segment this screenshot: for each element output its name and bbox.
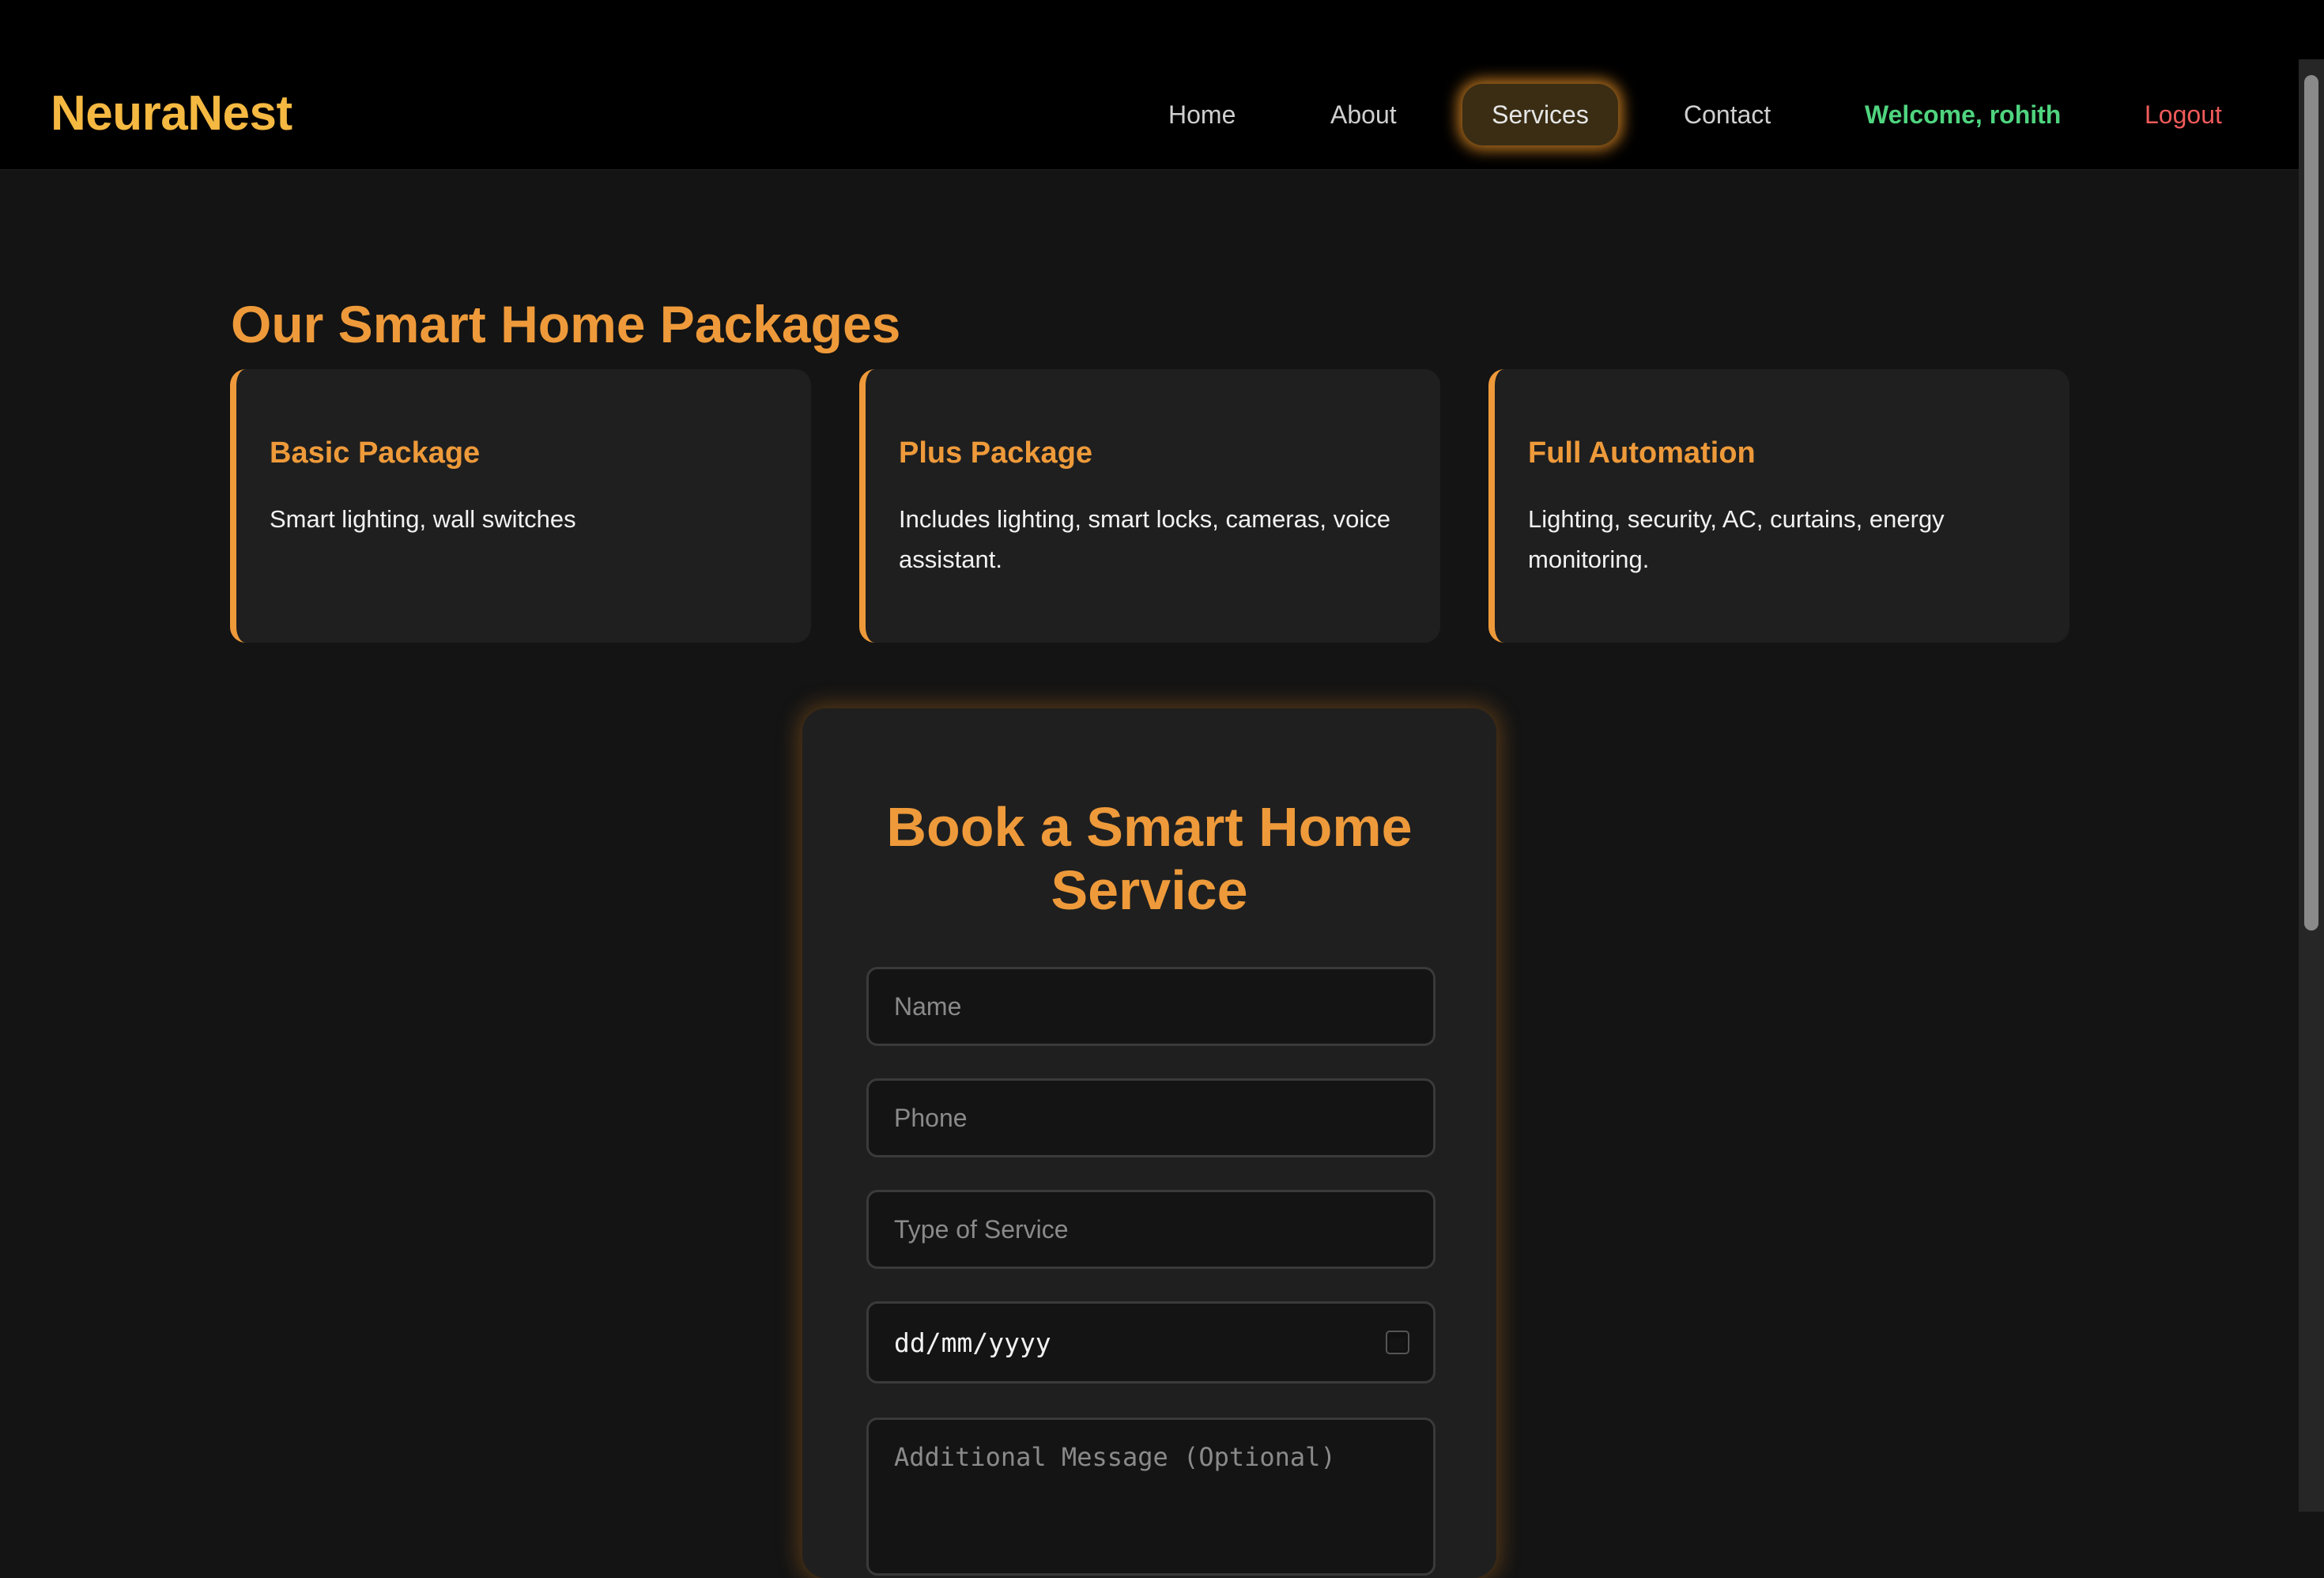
packages-heading: Our Smart Home Packages bbox=[231, 295, 901, 353]
nav-services-link[interactable]: Services bbox=[1462, 84, 1618, 145]
name-input[interactable]: Name bbox=[866, 967, 1436, 1046]
browser-top-strip bbox=[0, 0, 2324, 59]
phone-input[interactable]: Phone bbox=[866, 1078, 1436, 1157]
package-description: Includes lighting, smart locks, cameras,… bbox=[899, 505, 1390, 573]
package-card-full-automation: Full Automation Lighting, security, AC, … bbox=[1488, 369, 2069, 643]
package-description: Lighting, security, AC, curtains, energy… bbox=[1528, 505, 1945, 573]
logout-link[interactable]: Logout bbox=[2145, 100, 2222, 130]
message-textarea[interactable]: Additional Message (Optional) bbox=[866, 1418, 1436, 1576]
service-type-input[interactable]: Type of Service bbox=[866, 1190, 1436, 1269]
booking-form-title: Book a Smart Home Service bbox=[886, 796, 1413, 921]
package-card-plus: Plus Package Includes lighting, smart lo… bbox=[859, 369, 1440, 643]
brand-logo[interactable]: NeuraNest bbox=[51, 85, 292, 142]
date-input[interactable]: dd/mm/yyyy bbox=[866, 1301, 1436, 1384]
welcome-user-text: Welcome, rohith bbox=[1865, 100, 2062, 129]
nav-contact-link[interactable]: Contact bbox=[1684, 100, 1771, 130]
date-input-placeholder: dd/mm/yyyy bbox=[894, 1327, 1051, 1358]
package-description: Smart lighting, wall switches bbox=[270, 505, 576, 533]
package-title: Full Automation bbox=[1528, 436, 1756, 470]
package-title: Plus Package bbox=[899, 436, 1093, 470]
scrollbar-thumb[interactable] bbox=[2304, 75, 2318, 931]
nav-about-link[interactable]: About bbox=[1330, 100, 1397, 130]
booking-form: Book a Smart Home Service Name Phone Typ… bbox=[802, 708, 1496, 1578]
calendar-icon[interactable] bbox=[1387, 1332, 1408, 1353]
navbar: NeuraNest Home About Services Contact We… bbox=[0, 59, 2324, 170]
package-title: Basic Package bbox=[270, 436, 481, 470]
package-card-basic: Basic Package Smart lighting, wall switc… bbox=[230, 369, 811, 643]
nav-home-link[interactable]: Home bbox=[1168, 100, 1236, 130]
